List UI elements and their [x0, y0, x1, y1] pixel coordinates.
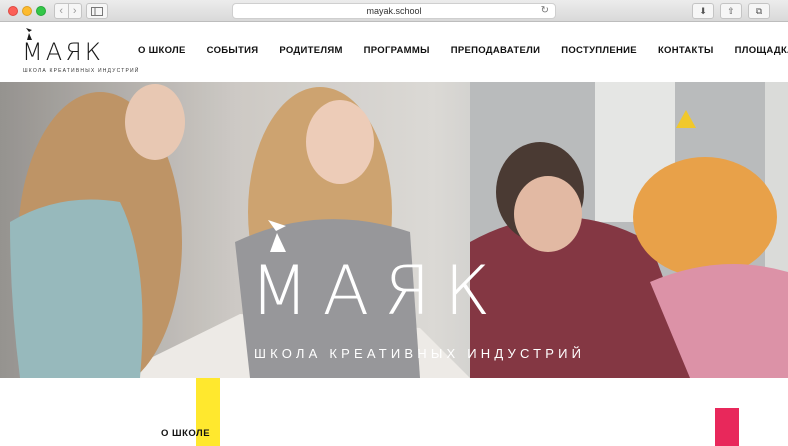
address-bar[interactable]: mayak.school ↻ [232, 3, 556, 19]
hero-title: МАЯК [250, 252, 505, 331]
nav-item-venue[interactable]: ПЛОЩАДКА [735, 45, 788, 56]
hero-photo [0, 82, 788, 378]
nav-item-events[interactable]: СОБЫТИЯ [207, 45, 259, 56]
back-button[interactable]: ‹ [55, 4, 69, 18]
tabs-overview-icon[interactable]: ⧉ [748, 3, 770, 19]
nav-item-parents[interactable]: РОДИТЕЛЯМ [279, 45, 342, 56]
download-icon[interactable]: ⬇ [692, 3, 714, 19]
nav-item-about[interactable]: О ШКОЛЕ [138, 45, 186, 56]
nav-item-teachers[interactable]: ПРЕПОДАВАТЕЛИ [451, 45, 541, 56]
hero-subtitle: ШКОЛА КРЕАТИВНЫХ ИНДУСТРИЙ [254, 346, 586, 361]
red-accent-bar [715, 408, 739, 446]
sidebar-icon [91, 7, 103, 16]
nav-item-programs[interactable]: ПРОГРАММЫ [364, 45, 430, 56]
sidebar-toggle-button[interactable] [86, 3, 108, 19]
section-title-about: О ШКОЛЕ [161, 428, 211, 439]
nav-item-contacts[interactable]: КОНТАКТЫ [658, 45, 714, 56]
nav-item-admission[interactable]: ПОСТУПЛЕНИЕ [561, 45, 637, 56]
main-nav: О ШКОЛЕ СОБЫТИЯ РОДИТЕЛЯМ ПРОГРАММЫ ПРЕП… [138, 45, 788, 56]
logo-tagline: ШКОЛА КРЕАТИВНЫХ ИНДУСТРИЙ [23, 68, 140, 74]
logo-wordmark: МАЯК [22, 38, 104, 66]
share-icon[interactable]: ⇧ [720, 3, 742, 19]
url-text: mayak.school [366, 6, 422, 16]
forward-button[interactable]: › [69, 4, 82, 18]
close-window-button[interactable] [8, 6, 18, 16]
hero-banner: МАЯК ШКОЛА КРЕАТИВНЫХ ИНДУСТРИЙ [0, 82, 788, 378]
minimize-window-button[interactable] [22, 6, 32, 16]
maximize-window-button[interactable] [36, 6, 46, 16]
reload-icon[interactable]: ↻ [541, 4, 549, 18]
history-nav: ‹ › [54, 3, 82, 19]
site-header: МАЯК ШКОЛА КРЕАТИВНЫХ ИНДУСТРИЙ О ШКОЛЕ … [0, 22, 788, 82]
browser-toolbar: ‹ › mayak.school ↻ ⬇ ⇧ ⧉ [0, 0, 788, 22]
lighthouse-icon [268, 220, 286, 252]
site-logo[interactable]: МАЯК ШКОЛА КРЕАТИВНЫХ ИНДУСТРИЙ [22, 28, 138, 76]
